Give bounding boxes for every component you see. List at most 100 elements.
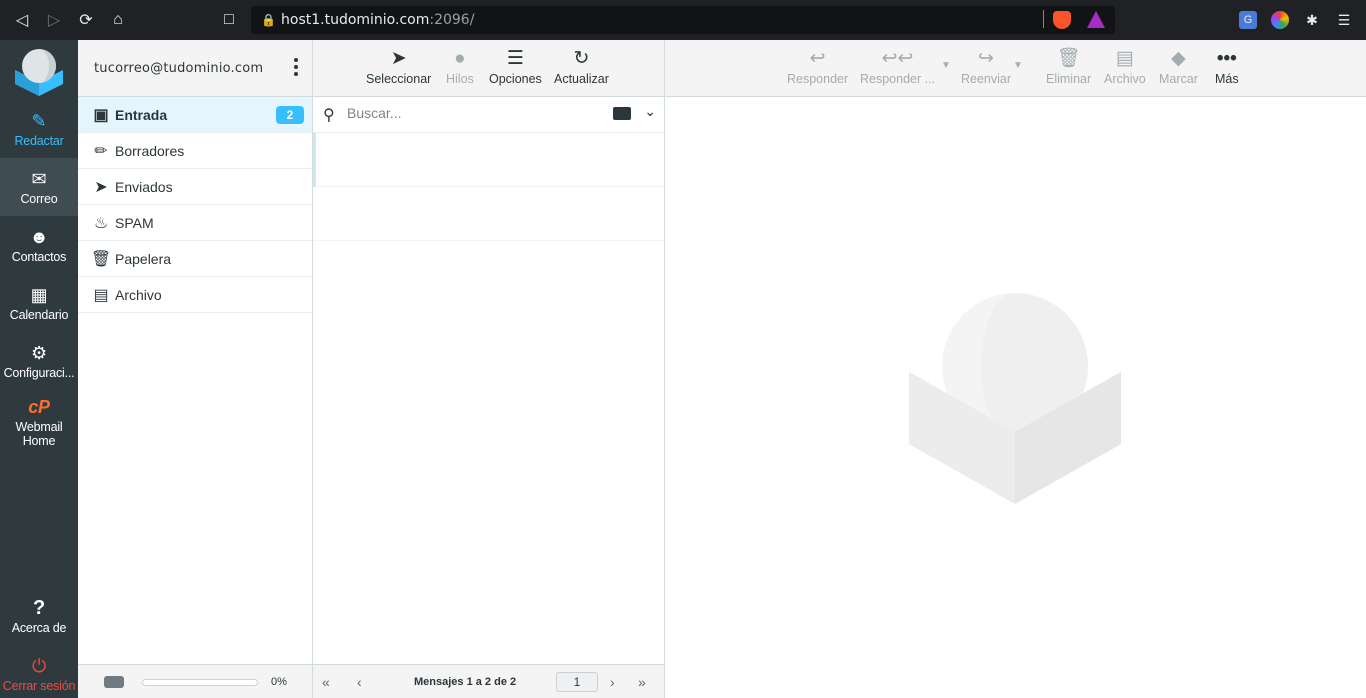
url-host: host1.tudominio.com	[281, 12, 430, 28]
forward-icon[interactable]: ▷	[38, 0, 70, 40]
folder-label: Papelera	[115, 250, 172, 267]
delete-button[interactable]: 🗑 Eliminar	[1046, 46, 1091, 86]
forward-button[interactable]: ↪ Reenviar	[961, 46, 1011, 86]
reply-all-dropdown-icon[interactable]: ▼	[941, 60, 951, 71]
search-input[interactable]	[347, 105, 597, 121]
options-label: Opciones	[489, 72, 542, 86]
folder-label: Enviados	[115, 178, 173, 195]
reply-label: Responder	[787, 72, 849, 86]
message-list-panel: ➤ Seleccionar ● Hilos ☰ Opciones ↻ Actua…	[313, 40, 665, 698]
pencil-icon: ✏	[94, 142, 108, 160]
message-toolbar: ↩ Responder ↩↩ Responder ... ▼ ↪ Reenvia…	[665, 40, 1366, 97]
message-count: Mensajes 1 a 2 de 2	[414, 676, 517, 688]
list-item[interactable]	[313, 187, 664, 241]
nav-logout[interactable]: ⏻ Cerrar sesión	[0, 645, 78, 698]
folder-archive[interactable]: ▤ Archivo	[78, 277, 312, 313]
color-extension-icon[interactable]	[1271, 11, 1289, 29]
brave-shields-icon[interactable]	[1053, 11, 1071, 29]
cpanel-icon: cP	[28, 397, 50, 417]
nav-logout-label: Cerrar sesión	[2, 679, 76, 693]
envelope-filter-icon[interactable]	[613, 107, 631, 120]
address-bar[interactable]: 🔒 host1.tudominio.com :2096/	[251, 6, 1115, 34]
tag-icon: ◆	[1171, 48, 1186, 69]
home-icon[interactable]: ⌂	[102, 0, 134, 40]
back-icon[interactable]: ◁	[6, 0, 38, 40]
reload-icon[interactable]: ⟳	[70, 0, 102, 40]
options-button[interactable]: ☰ Opciones	[489, 46, 542, 86]
folder-sent[interactable]: ➤ Enviados	[78, 169, 312, 205]
refresh-button[interactable]: ↻ Actualizar	[554, 46, 609, 86]
fire-icon: ♨	[93, 214, 109, 232]
bookmark-icon[interactable]: □	[213, 0, 245, 40]
reply-icon: ↩	[809, 48, 826, 69]
nav-about[interactable]: ? Acerca de	[0, 587, 78, 645]
extensions-puzzle-icon[interactable]: ✱	[1303, 11, 1321, 29]
page-number-input[interactable]: 1	[556, 672, 598, 692]
list-item[interactable]	[313, 133, 664, 187]
nav-compose[interactable]: ✎ Redactar	[0, 100, 78, 158]
calendar-icon: ▦	[30, 285, 48, 305]
reply-all-label: Responder ...	[860, 72, 936, 86]
folder-drafts[interactable]: ✏ Borradores	[78, 133, 312, 169]
ellipsis-icon: •••	[1216, 48, 1237, 69]
envelope-icon: ✉	[31, 169, 47, 189]
browser-toolbar: ◁ ▷ ⟳ ⌂ □ 🔒 host1.tudominio.com :2096/ G…	[0, 0, 1366, 40]
chevron-down-icon[interactable]: ⌄	[644, 103, 656, 120]
reply-all-icon: ↩↩	[881, 48, 914, 69]
lock-icon: 🔒	[261, 13, 276, 27]
quota-percent: 0%	[271, 676, 287, 688]
brave-rewards-icon[interactable]	[1087, 11, 1105, 28]
nav-webmail-home[interactable]: cP Webmail Home	[0, 392, 78, 452]
compose-icon: ✎	[31, 111, 47, 131]
folder-inbox[interactable]: ▣ Entrada 2	[78, 97, 312, 133]
nav-compose-label: Redactar	[14, 134, 64, 148]
reply-all-button[interactable]: ↩↩ Responder ...	[860, 46, 935, 86]
nav-calendar[interactable]: ▦ Calendario	[0, 274, 78, 332]
select-button[interactable]: ➤ Seleccionar	[366, 46, 431, 86]
browser-menu-icon[interactable]: ☰	[1335, 11, 1353, 29]
refresh-label: Actualizar	[554, 72, 609, 86]
nav-contacts[interactable]: ☻ Contactos	[0, 216, 78, 274]
folder-spam[interactable]: ♨ SPAM	[78, 205, 312, 241]
folder-label: SPAM	[115, 214, 154, 231]
nav-calendar-label: Calendario	[9, 308, 69, 322]
app-navigation: ✎ Redactar ✉ Correo ☻ Contactos ▦ Calend…	[0, 40, 78, 698]
threads-button[interactable]: ● Hilos	[446, 46, 474, 86]
archive-label: Archivo	[1104, 72, 1146, 86]
forward-dropdown-icon[interactable]: ▼	[1013, 60, 1023, 71]
trash-icon: 🗑	[90, 250, 112, 268]
translate-extension-icon[interactable]: G	[1239, 11, 1257, 29]
last-page-icon[interactable]: »	[638, 674, 646, 690]
pointer-icon: ➤	[390, 48, 407, 69]
mark-button[interactable]: ◆ Marcar	[1159, 46, 1198, 86]
reply-button[interactable]: ↩ Responder	[787, 46, 848, 86]
divider	[1043, 10, 1044, 28]
roundcube-watermark-icon	[909, 293, 1121, 504]
pagination-footer: « ‹ Mensajes 1 a 2 de 2 1 › »	[313, 664, 664, 698]
first-page-icon[interactable]: «	[322, 674, 330, 690]
refresh-icon: ↻	[573, 48, 590, 69]
nav-settings[interactable]: ⚙ Configuraci...	[0, 332, 78, 390]
account-email: tucorreo@tudominio.com	[94, 60, 264, 76]
more-label: Más	[1215, 72, 1239, 86]
folder-label: Entrada	[115, 106, 168, 123]
next-page-icon[interactable]: ›	[610, 674, 615, 690]
folder-actions-menu-icon[interactable]	[294, 58, 298, 76]
nav-about-label: Acerca de	[11, 621, 67, 635]
archive-icon: ▤	[1115, 48, 1134, 69]
quota-footer: 0%	[78, 664, 312, 698]
folder-trash[interactable]: 🗑 Papelera	[78, 241, 312, 277]
more-button[interactable]: ••• Más	[1215, 46, 1239, 86]
list-toolbar: ➤ Seleccionar ● Hilos ☰ Opciones ↻ Actua…	[313, 40, 664, 97]
mark-label: Marcar	[1159, 72, 1198, 86]
nav-mail[interactable]: ✉ Correo	[0, 158, 78, 216]
roundcube-logo-icon[interactable]	[13, 44, 65, 96]
forward-icon: ↪	[978, 48, 994, 69]
nav-contacts-label: Contactos	[11, 250, 67, 264]
previous-page-icon[interactable]: ‹	[357, 674, 362, 690]
forward-label: Reenviar	[961, 72, 1012, 86]
archive-icon: ▤	[93, 286, 109, 304]
delete-label: Eliminar	[1046, 72, 1092, 86]
archive-button[interactable]: ▤ Archivo	[1104, 46, 1146, 86]
quota-bar	[142, 679, 258, 686]
